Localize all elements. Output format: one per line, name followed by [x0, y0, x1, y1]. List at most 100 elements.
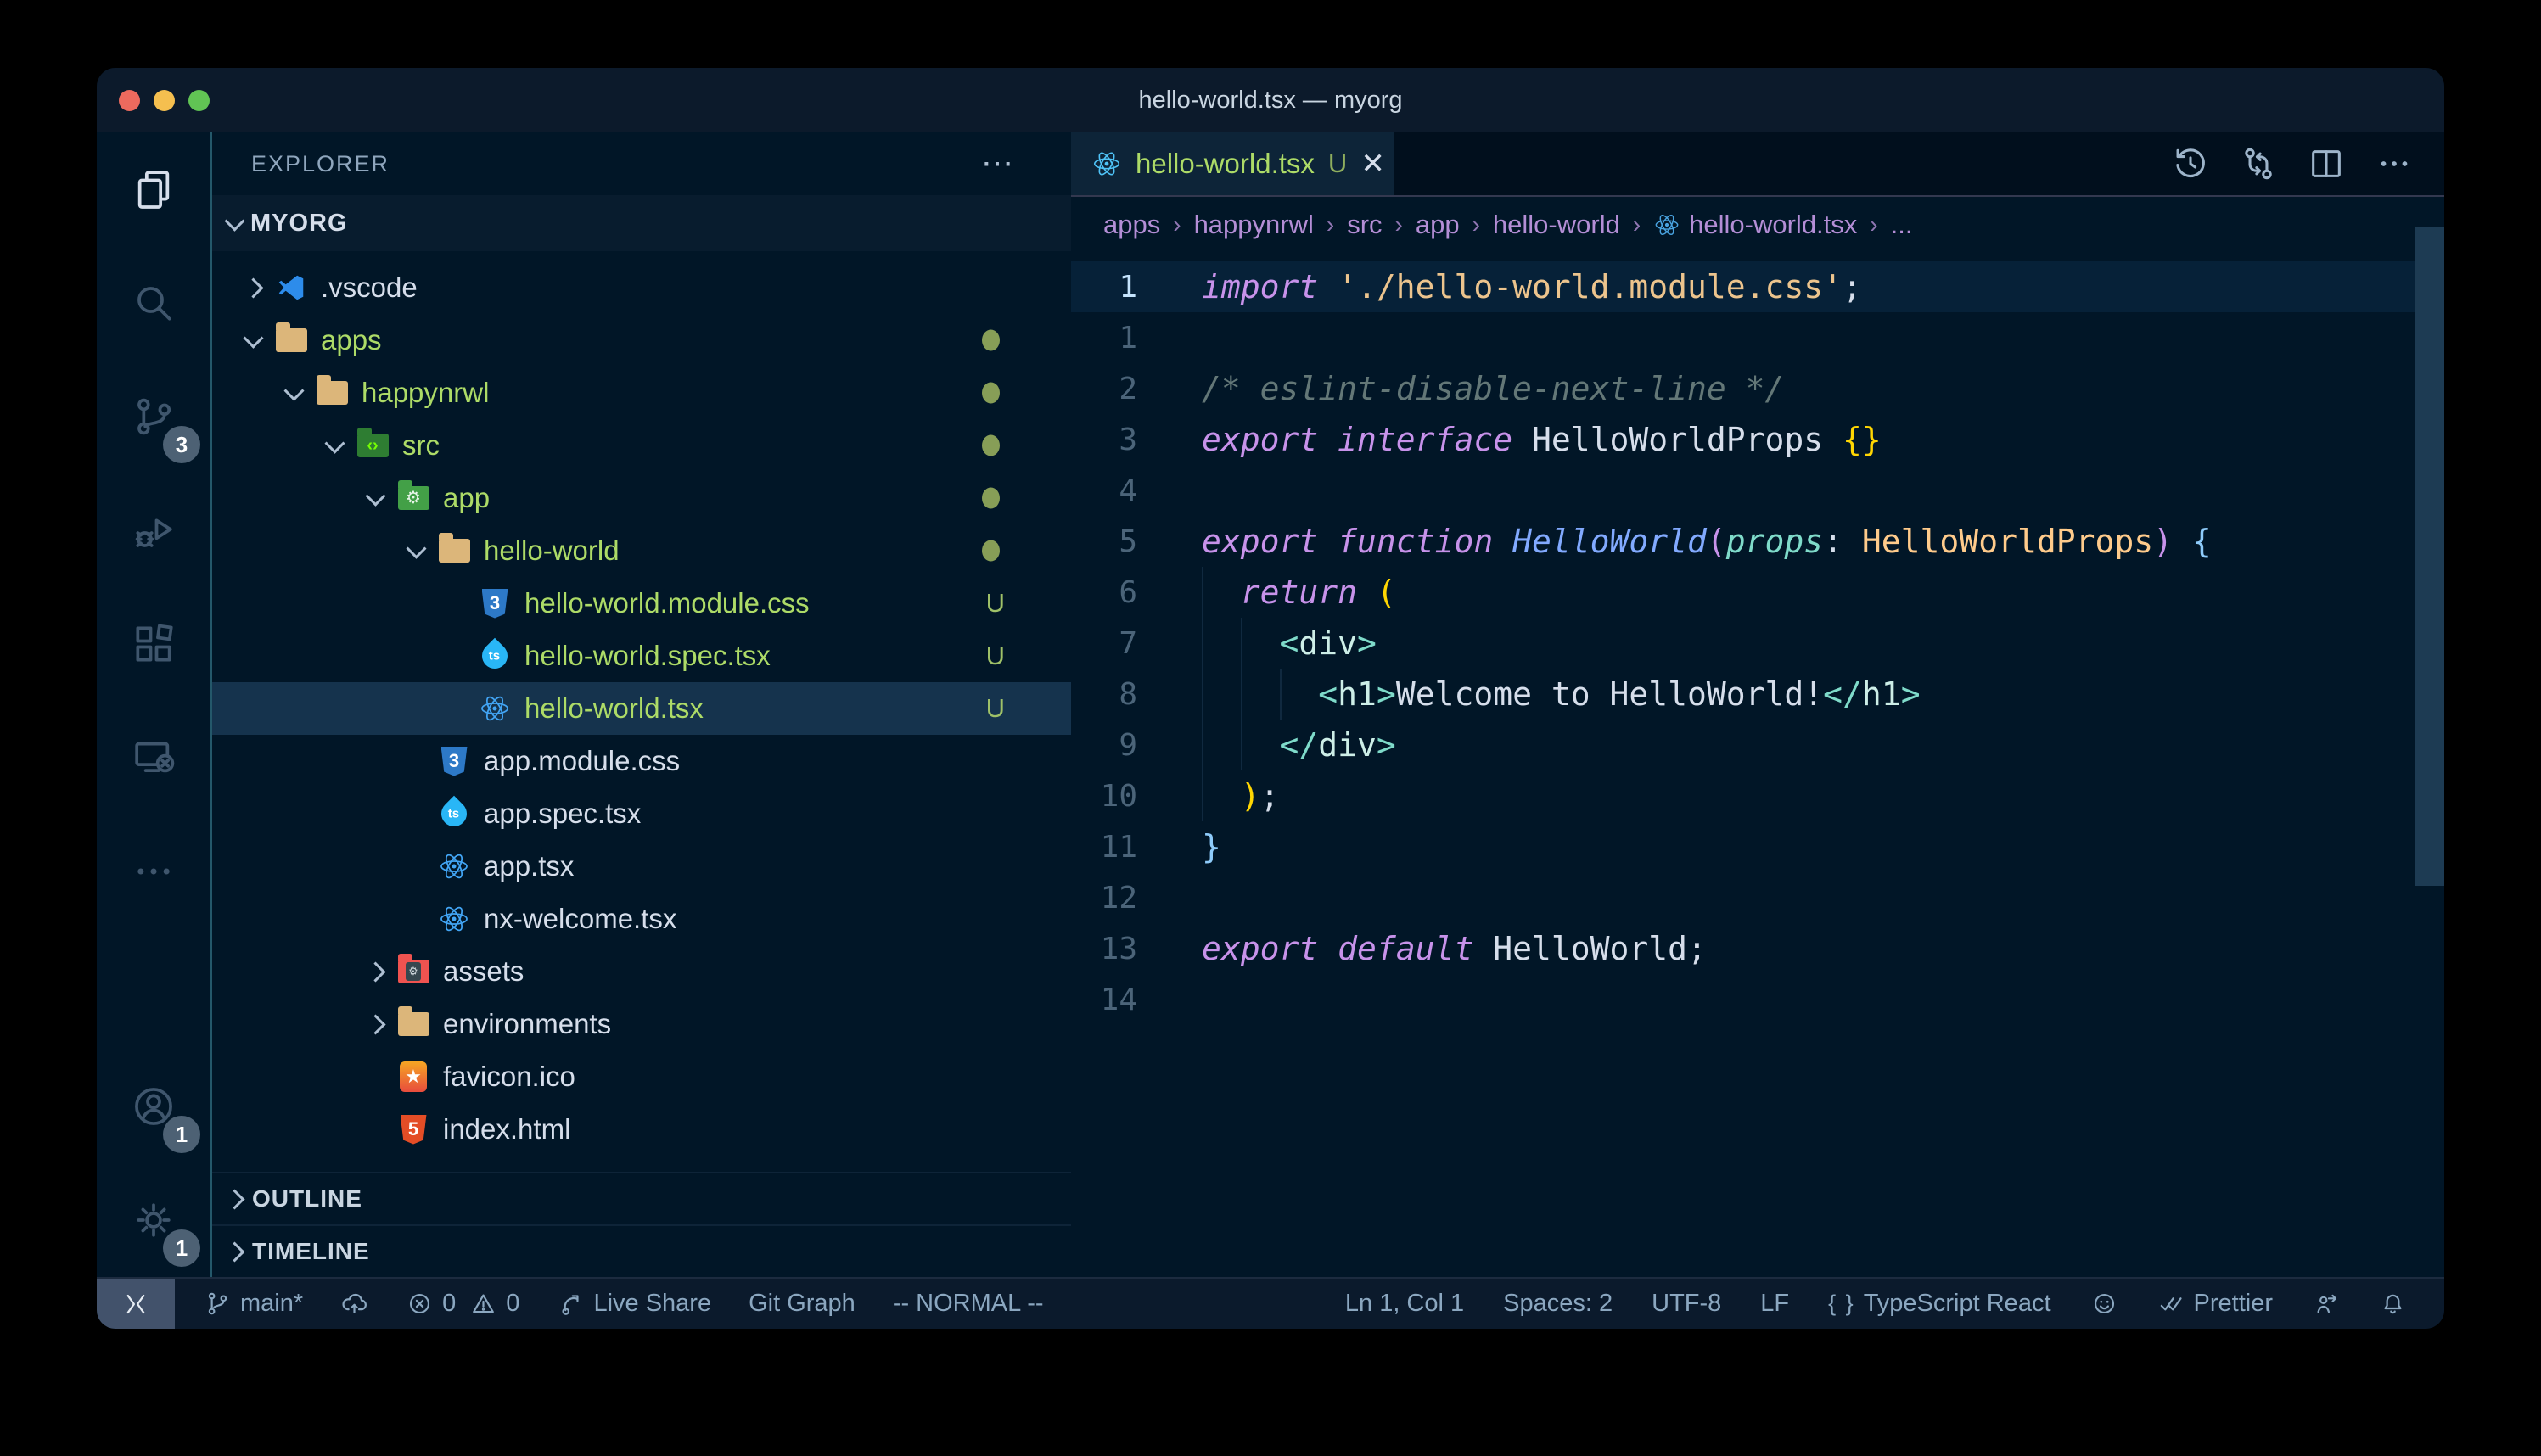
status-live-share-contacts[interactable]	[2312, 1290, 2340, 1318]
file-tree: .vscodeappshappynrwl‹›src⚙apphello-world…	[212, 261, 1071, 1156]
ellipsis-icon	[130, 848, 177, 895]
activity-search[interactable]	[97, 246, 210, 360]
tab-hello-world-tsx[interactable]: hello-world.tsx U ✕	[1071, 132, 1394, 195]
line-number: 8	[1071, 677, 1166, 712]
breadcrumb-hello-world-tsx[interactable]: hello-world.tsx	[1653, 210, 1857, 240]
git-untracked-badge: U	[986, 693, 1005, 724]
tree-item-label: nx-welcome.tsx	[484, 903, 676, 935]
breadcrumb-app[interactable]: app	[1416, 210, 1460, 240]
history-icon[interactable]	[2171, 144, 2210, 183]
breadcrumb-apps[interactable]: apps	[1103, 210, 1160, 240]
breadcrumb--[interactable]: ...	[1891, 210, 1913, 240]
status-problems[interactable]: 00	[406, 1290, 519, 1318]
tree-item-label: environments	[443, 1008, 611, 1040]
tree-item--vscode[interactable]: .vscode	[212, 261, 1071, 314]
split-editor-icon[interactable]	[2307, 144, 2346, 183]
code-line: 14	[1071, 974, 2444, 1025]
smiley-icon	[2090, 1290, 2118, 1318]
status-notifications[interactable]	[2379, 1290, 2407, 1318]
search-icon	[130, 279, 177, 327]
tree-item-hello-world-tsx[interactable]: hello-world.tsxU	[212, 682, 1071, 735]
no-chevron	[368, 1070, 383, 1084]
sidebar-more-actions-icon[interactable]: ⋯	[981, 155, 1017, 172]
status-cursor-position[interactable]: Ln 1, Col 1	[1345, 1290, 1464, 1318]
status-sync[interactable]	[340, 1290, 368, 1318]
ellipsis-icon[interactable]	[2375, 144, 2414, 183]
compare-icon[interactable]	[2239, 144, 2278, 183]
tree-item-happynrwl[interactable]: happynrwl	[212, 367, 1071, 419]
tree-item-hello-world-spec-tsx[interactable]: tshello-world.spec.tsxU	[212, 630, 1071, 682]
breadcrumb-happynrwl[interactable]: happynrwl	[1194, 210, 1314, 240]
tree-item-environments[interactable]: environments	[212, 998, 1071, 1050]
close-icon[interactable]: ✕	[1360, 147, 1385, 181]
indent-guide	[1202, 567, 1203, 821]
status-vim-mode[interactable]: -- NORMAL --	[893, 1290, 1044, 1318]
activity-source-control[interactable]: 3	[97, 360, 210, 473]
tree-item-app-spec-tsx[interactable]: tsapp.spec.tsx	[212, 787, 1071, 840]
status-git-graph[interactable]: Git Graph	[749, 1290, 855, 1318]
activity-run-debug[interactable]	[97, 473, 210, 587]
line-number: 12	[1071, 881, 1166, 916]
breadcrumb-hello-world[interactable]: hello-world	[1493, 210, 1620, 240]
test-icon: ts	[475, 643, 514, 669]
tree-item-src[interactable]: ‹›src	[212, 419, 1071, 472]
tree-item-app[interactable]: ⚙app	[212, 472, 1071, 524]
status-indentation[interactable]: Spaces: 2	[1503, 1290, 1613, 1318]
line-number: 9	[1071, 728, 1166, 763]
activity-remote-explorer[interactable]	[97, 701, 210, 815]
code-line: 5export function HelloWorld(props: Hello…	[1071, 516, 2444, 567]
timeline-label: TIMELINE	[252, 1238, 370, 1265]
tree-item-favicon-ico[interactable]: ★favicon.ico	[212, 1050, 1071, 1103]
chevron-down-icon	[324, 433, 345, 453]
chevron-right-icon	[243, 277, 263, 298]
tree-item-label: app	[443, 482, 490, 514]
status-encoding[interactable]: UTF-8	[1652, 1290, 1721, 1318]
remote-indicator[interactable]	[97, 1279, 175, 1329]
activity-accounts[interactable]: 1	[97, 1050, 210, 1163]
line-number: 5	[1071, 524, 1166, 559]
tree-item-label: apps	[321, 324, 382, 356]
workspace-section-header[interactable]: MYORG	[212, 195, 1071, 251]
outline-section[interactable]: OUTLINE	[212, 1172, 1071, 1224]
breadcrumb-src[interactable]: src	[1347, 210, 1382, 240]
git-modified-dot	[982, 435, 1000, 456]
tree-item-apps[interactable]: apps	[212, 314, 1071, 367]
tree-item-app-tsx[interactable]: app.tsx	[212, 840, 1071, 893]
status-label: Live Share	[593, 1290, 711, 1318]
activity-explorer[interactable]	[97, 132, 210, 246]
tree-item-label: favicon.ico	[443, 1061, 575, 1093]
chevron-right-icon	[224, 1189, 244, 1209]
breadcrumb-separator: ›	[1173, 211, 1181, 238]
activity-extensions[interactable]	[97, 587, 210, 701]
code-editor[interactable]: 1import './hello-world.module.css';12/* …	[1071, 253, 2444, 1277]
folder-icon	[435, 539, 474, 563]
folder-assets-icon: ⚙	[394, 960, 433, 983]
timeline-section[interactable]: TIMELINE	[212, 1224, 1071, 1277]
no-chevron	[409, 912, 424, 927]
status-prettier[interactable]: Prettier	[2157, 1290, 2273, 1318]
tree-item-hello-world-module-css[interactable]: 3hello-world.module.cssU	[212, 577, 1071, 630]
breadcrumb-separator: ›	[1633, 211, 1641, 238]
status-eol[interactable]: LF	[1760, 1290, 1789, 1318]
code-line: 10 );	[1071, 770, 2444, 821]
tree-item-hello-world[interactable]: hello-world	[212, 524, 1071, 577]
folder-icon	[312, 381, 351, 405]
editor-scrollbar[interactable]	[2415, 227, 2444, 886]
tree-item-label: hello-world.module.css	[524, 587, 810, 619]
debug-icon	[130, 507, 177, 554]
tree-item-app-module-css[interactable]: 3app.module.css	[212, 735, 1071, 787]
vscode-window: hello-world.tsx — myorg 3 11 EXPLORER ⋯ …	[97, 68, 2444, 1329]
activity-more-actions[interactable]	[97, 815, 210, 928]
git-untracked-badge: U	[986, 641, 1005, 671]
status-live-share[interactable]: Live Share	[557, 1290, 711, 1318]
status-feedback[interactable]	[2090, 1290, 2118, 1318]
code-line: 4	[1071, 465, 2444, 516]
tree-item-nx-welcome-tsx[interactable]: nx-welcome.tsx	[212, 893, 1071, 945]
status-git-branch[interactable]: main*	[204, 1290, 303, 1318]
css-icon: 3	[435, 747, 474, 776]
activity-settings[interactable]: 1	[97, 1163, 210, 1277]
status-label: LF	[1760, 1290, 1789, 1318]
tree-item-assets[interactable]: ⚙assets	[212, 945, 1071, 998]
status-language-mode[interactable]: { }TypeScript React	[1828, 1290, 2050, 1318]
tree-item-index-html[interactable]: 5index.html	[212, 1103, 1071, 1156]
